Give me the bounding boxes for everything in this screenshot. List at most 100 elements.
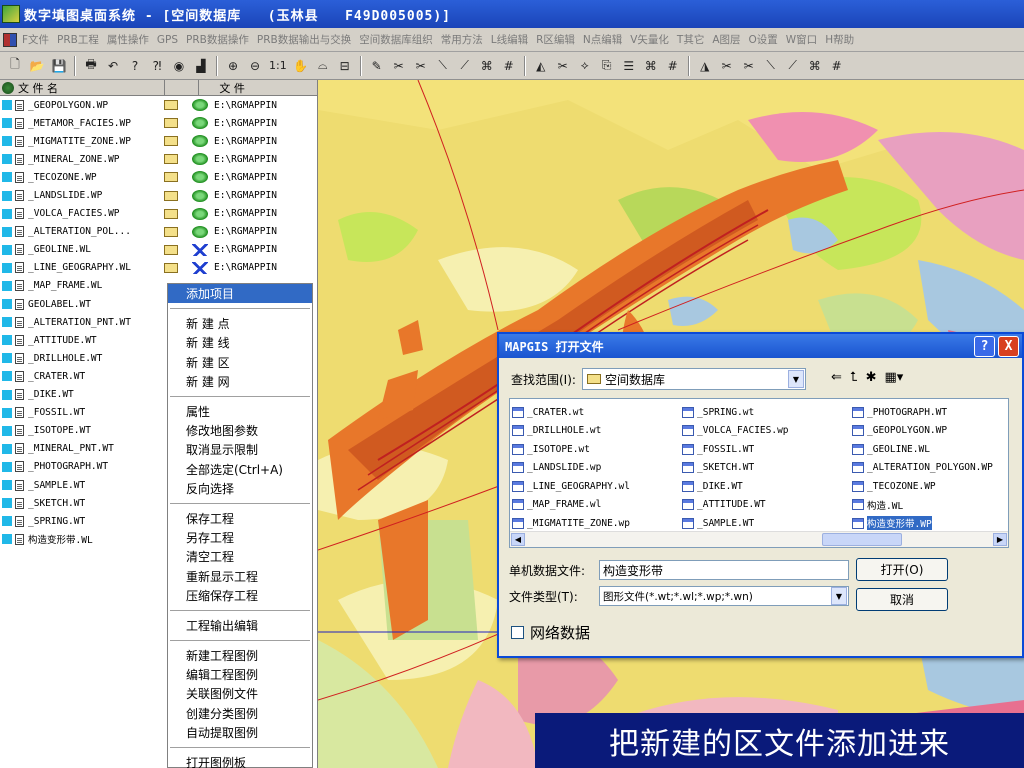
file-row[interactable]: _GEOLINE.WL E:\RGMAPPIN [0, 241, 317, 259]
layer-checkbox[interactable] [2, 172, 12, 183]
context-menu-item[interactable]: 压缩保存工程 [168, 586, 312, 605]
menu-item[interactable]: PRB工程 [53, 32, 103, 47]
context-menu-item[interactable]: 添加项目 [168, 284, 312, 304]
scroll-left-icon[interactable]: ◀ [511, 533, 525, 546]
save-icon[interactable]: 💾 [50, 57, 68, 75]
layer-icon[interactable]: ▟ [192, 57, 210, 75]
dialog-file-item[interactable]: _SAMPLE.WT [682, 514, 789, 533]
point-move-icon[interactable]: ✂ [740, 57, 758, 75]
dialog-file-item[interactable]: _GEOLINE.WL [852, 440, 993, 459]
split-window-icon[interactable]: ⊟ [336, 57, 354, 75]
dialog-file-item[interactable]: _DRILLHOLE.wt [512, 422, 630, 441]
scroll-thumb[interactable] [822, 533, 902, 546]
help-icon[interactable]: ? [126, 57, 144, 75]
context-menu-item[interactable]: 打开图例板 [168, 753, 312, 768]
dialog-file-item[interactable]: _LINE_GEOGRAPHY.wl [512, 477, 630, 496]
area-grid-icon[interactable]: # [664, 57, 682, 75]
menu-item[interactable]: 常用方法 [437, 32, 487, 47]
dialog-file-item[interactable]: _DIKE.WT [682, 477, 789, 496]
point-copy-icon[interactable]: ⟋ [784, 57, 802, 75]
pan-icon[interactable]: ✋ [292, 57, 310, 75]
point-tool-icon[interactable]: ◮ [696, 57, 714, 75]
layer-checkbox[interactable] [2, 118, 12, 129]
file-row[interactable]: _GEOPOLYGON.WP E:\RGMAPPIN [0, 96, 317, 114]
checkbox-box[interactable] [511, 626, 524, 639]
dialog-help-button[interactable]: ? [974, 335, 995, 357]
area-tool-icon[interactable]: ◭ [532, 57, 550, 75]
network-data-checkbox[interactable]: 网络数据 [511, 622, 590, 643]
draw-line-icon[interactable]: ✎ [368, 57, 386, 75]
context-menu-item[interactable]: 自动提取图例 [168, 723, 312, 742]
header-name-column[interactable]: 文 件 名 [0, 80, 166, 95]
layer-checkbox[interactable] [2, 335, 12, 346]
context-menu-item[interactable]: 清空工程 [168, 547, 312, 566]
dialog-file-item[interactable]: _CRATER.wt [512, 403, 630, 422]
menu-item[interactable]: W窗口 [782, 32, 821, 47]
menu-item[interactable]: A图层 [708, 32, 744, 47]
view-menu-icon[interactable]: ▦▾ [884, 370, 903, 385]
point-attr-icon[interactable]: ⌘ [806, 57, 824, 75]
dialog-file-item[interactable]: _SKETCH.WT [682, 459, 789, 478]
zoom-in-icon[interactable]: ⊕ [224, 57, 242, 75]
layer-checkbox[interactable] [2, 480, 12, 491]
dialog-file-item[interactable]: _TECOZONE.WP [852, 477, 993, 496]
dialog-file-item[interactable]: _ISOTOPE.wt [512, 440, 630, 459]
context-menu-item[interactable]: 修改地图参数 [168, 421, 312, 440]
menu-item[interactable]: PRB数据操作 [182, 32, 253, 47]
dialog-close-button[interactable]: X [998, 335, 1019, 357]
point-join-icon[interactable]: ⟍ [762, 57, 780, 75]
scroll-right-icon[interactable]: ▶ [993, 533, 1007, 546]
chevron-down-icon[interactable]: ▼ [787, 370, 804, 388]
layer-checkbox[interactable] [2, 190, 12, 201]
menu-item[interactable]: PRB数据输出与交换 [253, 32, 355, 47]
area-attr-icon[interactable]: ⌘ [642, 57, 660, 75]
dialog-file-item[interactable]: _GEOPOLYGON.WP [852, 422, 993, 441]
context-menu-item[interactable]: 工程输出编辑 [168, 616, 312, 635]
layer-checkbox[interactable] [2, 262, 12, 273]
layer-checkbox[interactable] [2, 154, 12, 165]
area-list-icon[interactable]: ☰ [620, 57, 638, 75]
look-in-select[interactable]: 空间数据库 ▼ [581, 368, 806, 390]
connect-line-icon[interactable]: ⟍ [434, 57, 452, 75]
layer-checkbox[interactable] [2, 226, 12, 237]
file-row[interactable]: _ALTERATION_POL... E:\RGMAPPIN [0, 223, 317, 241]
menu-item[interactable]: R区编辑 [532, 32, 579, 47]
file-row[interactable]: _LANDSLIDE.WP E:\RGMAPPIN [0, 186, 317, 204]
context-menu-item[interactable]: 关联图例文件 [168, 684, 312, 703]
undo-icon[interactable]: ↶ [104, 57, 122, 75]
context-menu-item[interactable]: 新 建 线 [168, 333, 312, 352]
point-grid-icon[interactable]: # [828, 57, 846, 75]
chevron-down-icon[interactable]: ▼ [831, 587, 847, 605]
dialog-file-item[interactable]: _SPRING.wt [682, 403, 789, 422]
cut-line-icon[interactable]: ✂ [390, 57, 408, 75]
layer-checkbox[interactable] [2, 353, 12, 364]
context-menu-item[interactable]: 保存工程 [168, 509, 312, 528]
layer-checkbox[interactable] [2, 498, 12, 509]
file-row[interactable]: _MIGMATITE_ZONE.WP E:\RGMAPPIN [0, 132, 317, 150]
dialog-file-item[interactable]: 构造变形带.WP [852, 514, 993, 533]
context-menu-item[interactable]: 全部选定(Ctrl+A) [168, 460, 312, 479]
line-attr-icon[interactable]: ⌘ [478, 57, 496, 75]
new-folder-icon[interactable]: ✱ [866, 370, 877, 385]
header-file-column[interactable]: 文 件 [199, 80, 317, 95]
filetype-select[interactable]: 图形文件(*.wt;*.wl;*.wp;*.wn) ▼ [599, 586, 849, 606]
context-menu-item[interactable]: 新建工程图例 [168, 646, 312, 665]
file-row[interactable]: _METAMOR_FACIES.WP E:\RGMAPPIN [0, 114, 317, 132]
back-arrow-icon[interactable]: ⇐ [831, 370, 842, 385]
layer-checkbox[interactable] [2, 280, 12, 291]
zoom-out-icon[interactable]: ⊖ [246, 57, 264, 75]
node-edit-icon[interactable]: ⟋ [456, 57, 474, 75]
menu-item[interactable]: N点编辑 [579, 32, 626, 47]
point-cut-icon[interactable]: ✂ [718, 57, 736, 75]
menu-item[interactable]: O设置 [745, 32, 782, 47]
context-menu-item[interactable]: 另存工程 [168, 528, 312, 547]
dialog-file-item[interactable]: _MIGMATITE_ZONE.wp [512, 514, 630, 533]
layer-checkbox[interactable] [2, 461, 12, 472]
dialog-file-item[interactable]: 构造.WL [852, 496, 993, 515]
open-folder-icon[interactable]: 📂 [28, 57, 46, 75]
menu-item[interactable]: V矢量化 [626, 32, 673, 47]
dialog-file-item[interactable]: _ATTITUDE.WT [682, 496, 789, 515]
layer-checkbox[interactable] [2, 425, 12, 436]
context-menu-item[interactable]: 创建分类图例 [168, 704, 312, 723]
area-join-icon[interactable]: ⟡ [576, 57, 594, 75]
